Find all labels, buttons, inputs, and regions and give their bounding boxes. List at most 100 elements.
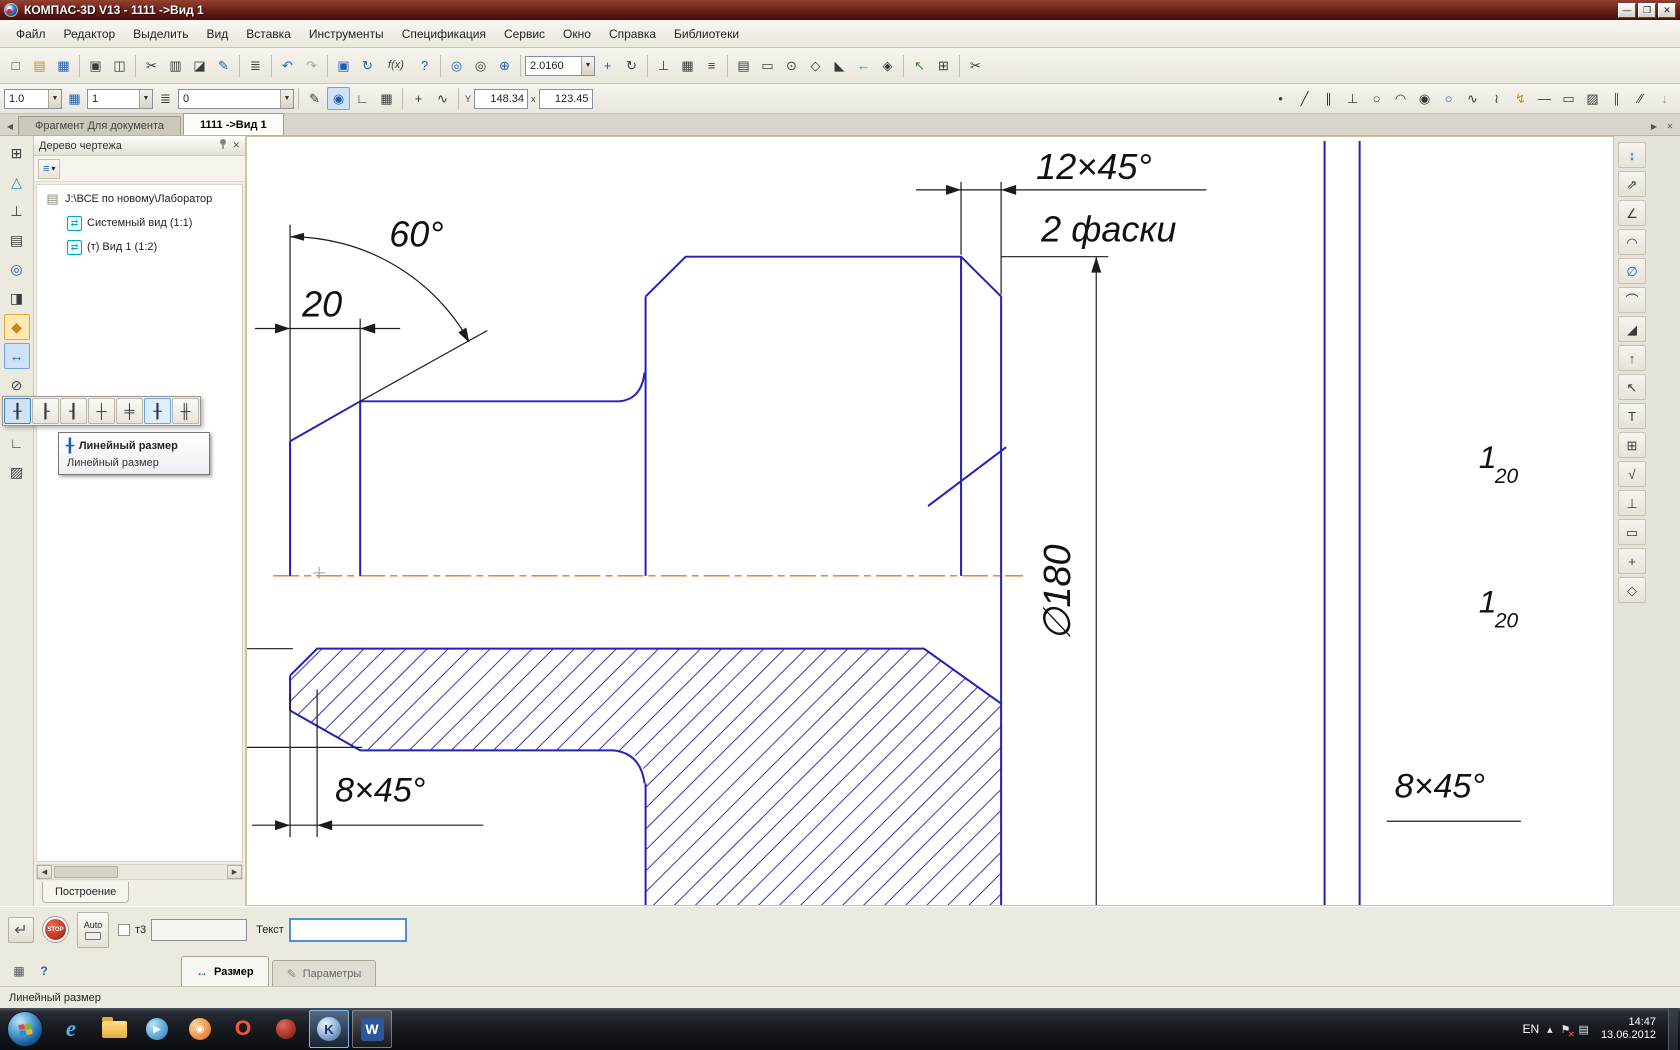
- redo-icon[interactable]: ↷: [300, 54, 323, 77]
- scrollbar-thumb[interactable]: [54, 866, 118, 878]
- menu-item[interactable]: Справка: [601, 23, 664, 45]
- tree-item-system-view[interactable]: Системный вид (1:1): [37, 211, 242, 235]
- refresh-icon[interactable]: ↻: [356, 54, 379, 77]
- taskbar-explorer-icon[interactable]: [94, 1010, 134, 1048]
- dimension-tool-icon[interactable]: ↔: [3, 343, 30, 369]
- linear-chain-icon[interactable]: ┼: [88, 398, 115, 424]
- create-object-button[interactable]: ↵: [8, 916, 34, 943]
- menu-item[interactable]: Сервис: [496, 23, 553, 45]
- scroll-right-icon[interactable]: ▶: [227, 865, 242, 879]
- sheet-icon[interactable]: ▤: [4, 227, 30, 253]
- print-icon[interactable]: ▣: [84, 54, 107, 77]
- tab-close-icon[interactable]: ✕: [1662, 117, 1678, 135]
- diameter-dim-icon[interactable]: ∅: [1618, 258, 1646, 284]
- menu-item[interactable]: Вид: [199, 23, 237, 45]
- zoom-point-icon[interactable]: ⊕: [493, 54, 516, 77]
- snap-grid-icon[interactable]: ▦: [676, 54, 699, 77]
- view-grid-icon[interactable]: ▦: [63, 87, 86, 110]
- snap-icon[interactable]: ⊥: [4, 198, 30, 224]
- preview-icon[interactable]: ◫: [108, 54, 131, 77]
- save-icon[interactable]: ▦: [52, 54, 75, 77]
- circle-icon[interactable]: ○: [1365, 87, 1388, 110]
- prop-grid-icon[interactable]: ▦: [8, 960, 30, 982]
- chamfer-dim-icon[interactable]: ◢: [1618, 316, 1646, 342]
- radius-dim-icon[interactable]: ⌒: [1618, 287, 1646, 313]
- chevron-down-icon[interactable]: ▼: [48, 89, 61, 108]
- hatch-icon[interactable]: ▨: [1581, 87, 1604, 110]
- point-snap-checkbox[interactable]: [118, 923, 130, 936]
- build-icon[interactable]: ◆: [3, 314, 30, 340]
- scroll-left-icon[interactable]: ◀: [37, 865, 52, 879]
- sep[interactable]: [727, 54, 728, 77]
- ortho-icon[interactable]: ⊥: [652, 54, 675, 77]
- sep[interactable]: [402, 87, 403, 110]
- style-icon[interactable]: ✎: [303, 87, 326, 110]
- hatch-tool-icon[interactable]: ▨: [4, 459, 30, 485]
- text-tool-icon[interactable]: T: [1618, 403, 1646, 429]
- parallel-icon[interactable]: ∥: [1317, 87, 1340, 110]
- show-hidden-icons[interactable]: ▴: [1547, 1023, 1553, 1036]
- survey-icon[interactable]: ◨: [4, 285, 30, 311]
- maximize-button[interactable]: ❐: [1638, 2, 1656, 18]
- close-button[interactable]: ✕: [1658, 2, 1676, 18]
- sep[interactable]: [520, 54, 521, 77]
- sep[interactable]: [135, 54, 136, 77]
- tree-horizontal-scrollbar[interactable]: ◀ ▶: [36, 864, 243, 880]
- rectangle-icon[interactable]: ▭: [1557, 87, 1580, 110]
- zoom-frame-icon[interactable]: ◎: [469, 54, 492, 77]
- pin-icon[interactable]: [218, 138, 228, 153]
- sep[interactable]: [458, 87, 459, 110]
- taskbar-media-icon[interactable]: ◉: [180, 1010, 220, 1048]
- start-button[interactable]: [7, 1011, 43, 1047]
- slash-icon[interactable]: ∕∕: [1629, 87, 1652, 110]
- sep[interactable]: [79, 54, 80, 77]
- sep[interactable]: [647, 54, 648, 77]
- tolerance-frame-icon[interactable]: ▭: [1618, 519, 1646, 545]
- sep[interactable]: [959, 54, 960, 77]
- arc-icon[interactable]: ◠: [1389, 87, 1412, 110]
- tab-document[interactable]: 1111 ->Вид 1: [182, 113, 284, 135]
- grid-icon[interactable]: ▦: [375, 87, 398, 110]
- show-desktop-button[interactable]: [1668, 1008, 1678, 1050]
- text-field[interactable]: [288, 917, 407, 942]
- minimize-button[interactable]: —: [1618, 2, 1636, 18]
- angle-snap-icon[interactable]: ∟: [351, 87, 374, 110]
- snap-round-icon[interactable]: ◉: [327, 87, 350, 110]
- cut-icon[interactable]: ✂: [140, 54, 163, 77]
- local-cs-icon[interactable]: +: [407, 87, 430, 110]
- chevron-down-icon[interactable]: ▼: [581, 56, 594, 75]
- brush-icon[interactable]: ✎: [212, 54, 235, 77]
- language-indicator[interactable]: EN: [1522, 1022, 1539, 1036]
- sep[interactable]: [298, 87, 299, 110]
- perpendicular-icon[interactable]: ⊥: [1341, 87, 1364, 110]
- angle-dim-icon[interactable]: ∠: [1618, 200, 1646, 226]
- arc-dim-icon[interactable]: ◠: [1618, 229, 1646, 255]
- spline-icon[interactable]: ∿: [1461, 87, 1484, 110]
- menu-item[interactable]: Файл: [8, 23, 54, 45]
- zoom-combo[interactable]: 2.0160 ▼: [525, 55, 595, 76]
- tab-scroll-right-icon[interactable]: ▶: [1646, 117, 1662, 135]
- point-icon[interactable]: •: [1269, 87, 1292, 110]
- sep[interactable]: [327, 54, 328, 77]
- help-icon[interactable]: ?: [33, 960, 55, 982]
- sep[interactable]: [903, 54, 904, 77]
- taskbar-ie-icon[interactable]: e: [51, 1010, 91, 1048]
- circle-tool-icon[interactable]: ◎: [4, 256, 30, 282]
- taskbar-app-icon[interactable]: [266, 1010, 306, 1048]
- slope-icon[interactable]: ◣: [828, 54, 851, 77]
- layout-icon[interactable]: ▤: [732, 54, 755, 77]
- aux-line-icon[interactable]: ╱: [1293, 87, 1316, 110]
- arrow-left-icon[interactable]: ←: [852, 54, 875, 77]
- tab-fragment[interactable]: Фрагмент Для документа: [18, 116, 181, 135]
- linear-to-line-icon[interactable]: ┨: [60, 398, 87, 424]
- tree-filter-button[interactable]: ≡ ▾: [38, 158, 61, 179]
- tree-item-view1[interactable]: (т) Вид 1 (1:2): [37, 235, 242, 259]
- screen-icon[interactable]: ▣: [332, 54, 355, 77]
- taskbar-wmp-icon[interactable]: ▶: [137, 1010, 177, 1048]
- insert-view-icon[interactable]: ◈: [876, 54, 899, 77]
- taskbar-kompas-icon[interactable]: K: [309, 1010, 349, 1048]
- sep[interactable]: [440, 54, 441, 77]
- taskbar-opera-icon[interactable]: O: [223, 1010, 263, 1048]
- step-combo[interactable]: 1 ▼: [87, 88, 153, 109]
- marking-icon[interactable]: ◇: [1618, 577, 1646, 603]
